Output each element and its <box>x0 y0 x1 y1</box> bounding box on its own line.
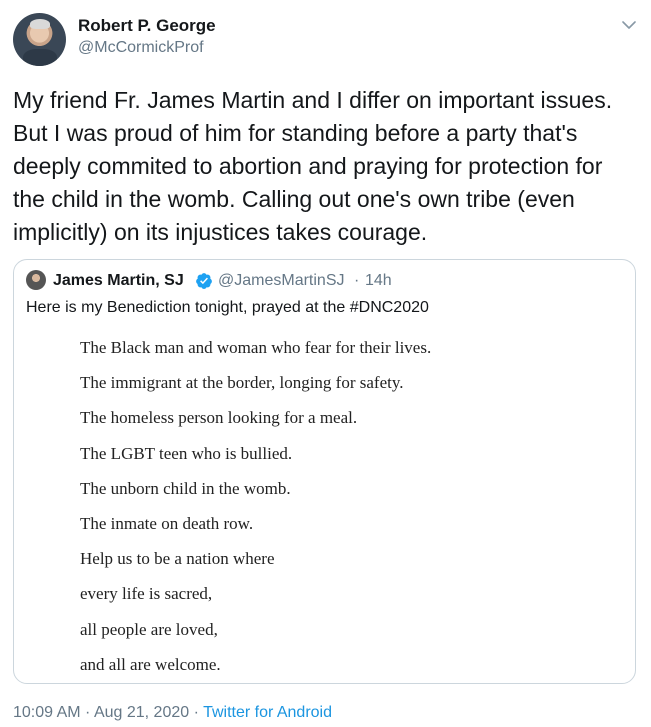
quoted-author-name: James Martin, SJ <box>53 272 184 289</box>
image-line: Help us to be a nation where <box>80 549 275 569</box>
quoted-tweet-card[interactable]: James Martin, SJ @JamesMartinSJ · 14h He… <box>13 259 636 684</box>
image-line: The LGBT teen who is bullied. <box>80 443 293 463</box>
chevron-down-icon[interactable] <box>620 16 638 34</box>
image-line: The immigrant at the border, longing for… <box>80 373 404 393</box>
quoted-tweet-text: Here is my Benediction tonight, prayed a… <box>26 299 429 316</box>
author-name[interactable]: Robert P. George <box>78 16 216 36</box>
quoted-author-avatar <box>26 270 46 290</box>
image-line: The Black man and woman who fear for the… <box>80 338 432 357</box>
image-line: The inmate on death row. <box>80 513 254 533</box>
tweet-source-link[interactable]: Twitter for Android <box>203 704 332 721</box>
verified-badge-icon <box>196 273 212 289</box>
quoted-timestamp: 14h <box>365 272 392 289</box>
image-line: every life is sacred, <box>80 584 213 604</box>
tweet-timestamp[interactable]: 10:09 AM · Aug 21, 2020 · <box>13 704 203 721</box>
image-line: all people are loved, <box>80 619 218 639</box>
quoted-author-handle: @JamesMartinSJ <box>218 272 345 289</box>
image-line: and all are welcome. <box>80 654 221 674</box>
attached-image-text[interactable]: The Black man and woman who fear for the… <box>80 337 431 689</box>
author-handle[interactable]: @McCormickProf <box>78 39 204 57</box>
tweet-text: My friend Fr. James Martin and I differ … <box>13 87 619 245</box>
tweet-metadata: 10:09 AM · Aug 21, 2020 · Twitter for An… <box>13 704 332 722</box>
image-line: The unborn child in the womb. <box>80 478 291 498</box>
author-avatar[interactable] <box>13 13 66 66</box>
separator-dot: · <box>354 272 360 289</box>
image-line: The homeless person looking for a meal. <box>80 408 358 428</box>
